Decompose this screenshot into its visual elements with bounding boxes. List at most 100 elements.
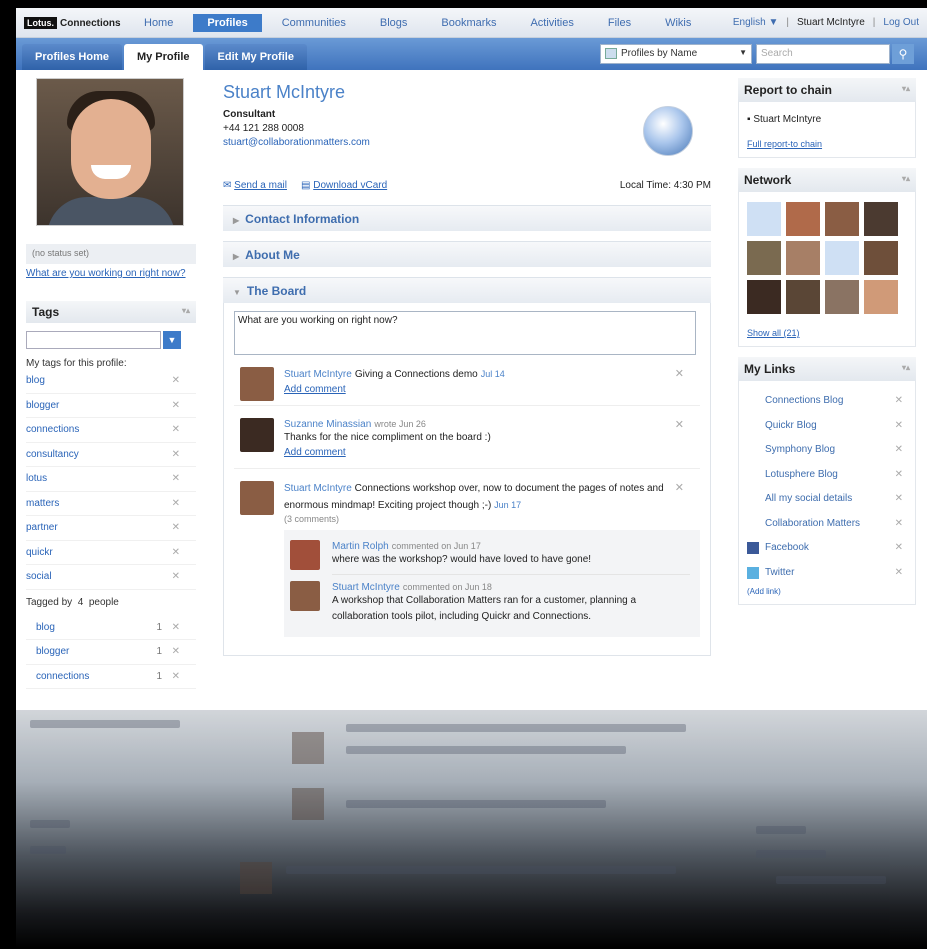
logout-link[interactable]: Log Out (883, 17, 919, 28)
collapse-icon[interactable]: ▾▴ (182, 306, 190, 315)
nav-files[interactable]: Files (608, 17, 631, 29)
tag-input[interactable] (26, 331, 161, 349)
section-about-me[interactable]: ▶ About Me (223, 241, 711, 267)
network-header[interactable]: Network ▾▴ (738, 168, 916, 192)
comment-author[interactable]: Martin Rolph (332, 541, 389, 552)
tag-item[interactable]: connections ✕ (26, 418, 196, 443)
network-avatar[interactable] (825, 241, 859, 275)
post-author[interactable]: Stuart McIntyre (284, 369, 352, 380)
link-item[interactable]: Twitter ✕ (747, 561, 907, 586)
remove-icon[interactable]: ✕ (172, 516, 180, 541)
avatar[interactable] (240, 367, 274, 401)
add-link[interactable]: (Add link) (747, 587, 907, 596)
remove-icon[interactable]: ✕ (895, 414, 903, 439)
tag-item[interactable]: blogger ✕ (26, 394, 196, 419)
tag-item[interactable]: blog 1 ✕ (26, 616, 196, 641)
search-input[interactable]: Search (756, 44, 890, 64)
comment-author[interactable]: Stuart McIntyre (332, 582, 400, 593)
full-chain-link[interactable]: Full report-to chain (747, 139, 907, 149)
remove-icon[interactable]: ✕ (172, 616, 180, 641)
remove-icon[interactable]: ✕ (172, 492, 180, 517)
delete-icon[interactable]: ✕ (675, 367, 684, 380)
remove-icon[interactable]: ✕ (895, 438, 903, 463)
delete-icon[interactable]: ✕ (675, 418, 684, 431)
network-avatar[interactable] (786, 241, 820, 275)
add-comment-link[interactable]: Add comment (284, 447, 346, 458)
post-date[interactable]: Jun 17 (494, 500, 521, 510)
section-contact-information[interactable]: ▶ Contact Information (223, 205, 711, 231)
avatar[interactable] (290, 540, 320, 570)
tag-item[interactable]: blogger 1 ✕ (26, 640, 196, 665)
link-item[interactable]: Lotusphere Blog ✕ (747, 463, 907, 488)
remove-icon[interactable]: ✕ (172, 394, 180, 419)
avatar[interactable] (290, 581, 320, 611)
remove-icon[interactable]: ✕ (172, 565, 180, 590)
network-avatar[interactable] (825, 280, 859, 314)
network-avatar[interactable] (825, 202, 859, 236)
nav-home[interactable]: Home (144, 17, 173, 29)
link-item[interactable]: Connections Blog ✕ (747, 389, 907, 414)
tags-panel-header[interactable]: Tags ▾▴ (26, 301, 196, 323)
remove-icon[interactable]: ✕ (895, 463, 903, 488)
link-item[interactable]: Collaboration Matters ✕ (747, 512, 907, 537)
send-mail-link[interactable]: ✉ Send a mail (223, 180, 287, 191)
tag-item[interactable]: consultancy ✕ (26, 443, 196, 467)
tag-item[interactable]: social ✕ (26, 565, 196, 590)
tag-item[interactable]: lotus ✕ (26, 467, 196, 492)
tag-item[interactable]: partner ✕ (26, 516, 196, 541)
search-scope-select[interactable]: Profiles by Name ▼ (600, 44, 752, 64)
app-logo[interactable]: Lotus. Connections (24, 15, 121, 31)
post-author[interactable]: Suzanne Minassian (284, 419, 371, 430)
section-the-board[interactable]: ▼ The Board (223, 277, 711, 303)
remove-icon[interactable]: ✕ (895, 487, 903, 512)
profile-email[interactable]: stuart@collaborationmatters.com (223, 137, 711, 148)
tab-profiles-home[interactable]: Profiles Home (22, 44, 122, 70)
board-status-input[interactable]: What are you working on right now? (234, 311, 696, 355)
network-avatar[interactable] (864, 280, 898, 314)
tag-item[interactable]: connections 1 ✕ (26, 665, 196, 689)
remove-icon[interactable]: ✕ (895, 389, 903, 414)
nav-communities[interactable]: Communities (282, 17, 346, 29)
link-item[interactable]: Quickr Blog ✕ (747, 414, 907, 439)
post-date[interactable]: Jul 14 (481, 369, 505, 379)
nav-activities[interactable]: Activities (530, 17, 573, 29)
network-avatar[interactable] (786, 280, 820, 314)
avatar[interactable] (240, 418, 274, 452)
avatar[interactable] (240, 481, 274, 515)
remove-icon[interactable]: ✕ (172, 541, 180, 566)
collapse-icon[interactable]: ▾▴ (902, 363, 910, 372)
comment-count[interactable]: (3 comments) (284, 514, 700, 524)
tab-my-profile[interactable]: My Profile (123, 44, 203, 70)
network-avatar[interactable] (864, 241, 898, 275)
network-avatar[interactable] (786, 202, 820, 236)
tag-item[interactable]: matters ✕ (26, 492, 196, 517)
my-links-header[interactable]: My Links ▾▴ (738, 357, 916, 381)
remove-icon[interactable]: ✕ (895, 512, 903, 537)
collapse-icon[interactable]: ▾▴ (902, 174, 910, 183)
delete-icon[interactable]: ✕ (675, 481, 684, 494)
network-avatar[interactable] (747, 280, 781, 314)
report-chain-header[interactable]: Report to chain ▾▴ (738, 78, 916, 102)
tag-item[interactable]: quickr ✕ (26, 541, 196, 566)
nav-profiles[interactable]: Profiles (193, 14, 262, 32)
show-all-network-link[interactable]: Show all (21) (747, 328, 907, 338)
chain-person[interactable]: ▪ Stuart McIntyre (747, 114, 907, 125)
add-comment-link[interactable]: Add comment (284, 384, 346, 395)
add-tag-button[interactable]: ▼ (163, 331, 181, 349)
link-item[interactable]: Facebook ✕ (747, 536, 907, 561)
tag-item[interactable]: blog ✕ (26, 369, 196, 394)
link-item[interactable]: Symphony Blog ✕ (747, 438, 907, 463)
remove-icon[interactable]: ✕ (895, 561, 903, 586)
link-item[interactable]: All my social details ✕ (747, 487, 907, 512)
network-avatar[interactable] (747, 241, 781, 275)
search-button[interactable]: ⚲ (892, 44, 914, 64)
working-on-link[interactable]: What are you working on right now? (26, 268, 196, 279)
remove-icon[interactable]: ✕ (895, 536, 903, 561)
tab-edit-my-profile[interactable]: Edit My Profile (204, 44, 307, 70)
post-author[interactable]: Stuart McIntyre (284, 483, 352, 494)
remove-icon[interactable]: ✕ (172, 467, 180, 492)
remove-icon[interactable]: ✕ (172, 640, 180, 665)
language-selector[interactable]: English ▼ (733, 17, 778, 28)
download-vcard-link[interactable]: ▤ Download vCard (301, 180, 387, 191)
nav-blogs[interactable]: Blogs (380, 17, 408, 29)
